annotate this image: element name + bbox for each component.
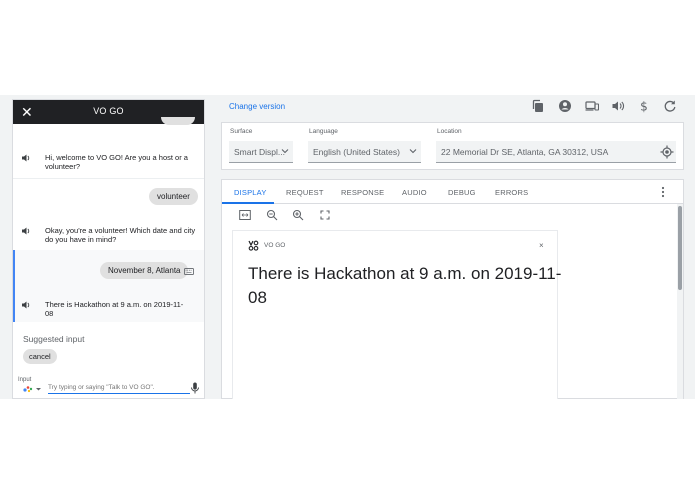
settings-bar: Surface Smart Displ... Language English …: [221, 122, 684, 170]
tab-errors[interactable]: ERRORS: [495, 188, 528, 197]
my-location-icon[interactable]: [660, 145, 674, 159]
tab-bar: DISPLAY REQUEST RESPONSE AUDIO DEBUG ERR…: [222, 180, 683, 204]
bot-message-text: Okay, you're a volunteer! Which date and…: [45, 226, 196, 244]
refresh-icon[interactable]: [663, 99, 677, 113]
suggestion-chip-cancel[interactable]: cancel: [23, 349, 57, 364]
assistant-source-icon[interactable]: [22, 384, 44, 394]
tab-display[interactable]: DISPLAY: [234, 188, 267, 197]
surface-value: Smart Displ...: [234, 147, 286, 157]
chevron-down-icon: [409, 149, 417, 154]
bot-message-text: Hi, welcome to VO GO! Are you a host or …: [45, 153, 188, 171]
account-icon[interactable]: [558, 99, 572, 113]
location-value: 22 Memorial Dr SE, Atlanta, GA 30312, US…: [441, 147, 609, 157]
bot-message: There is Hackathon at 9 a.m. on 2019-11-…: [21, 300, 199, 318]
divider: [13, 178, 204, 179]
tab-audio[interactable]: AUDIO: [402, 188, 427, 197]
bot-message-text: There is Hackathon at 9 a.m. on 2019-11-…: [45, 300, 184, 318]
tab-request[interactable]: REQUEST: [286, 188, 324, 197]
display-text: There is Hackathon at 9 a.m. on 2019-11-…: [248, 264, 562, 307]
fit-screen-icon[interactable]: [239, 209, 251, 221]
input-row: [18, 382, 202, 396]
speaker-icon[interactable]: [21, 226, 31, 236]
card-close-button[interactable]: ×: [539, 241, 544, 250]
language-select[interactable]: English (United States): [308, 141, 421, 163]
volume-icon[interactable]: [611, 99, 625, 113]
active-tab-indicator: [222, 202, 274, 204]
zoom-in-icon[interactable]: [292, 209, 304, 221]
simulator-window: ✕ VO GO Hi, welcome to VO GO! Are you a …: [0, 95, 695, 399]
query-input[interactable]: [48, 382, 190, 394]
app-logo-icon: [248, 240, 259, 251]
user-message-bubble: volunteer: [149, 188, 198, 205]
location-label: Location: [437, 128, 462, 135]
change-version-link[interactable]: Change version: [229, 102, 285, 111]
previous-message-bubble: [161, 117, 195, 125]
speaker-icon[interactable]: [21, 300, 31, 310]
dollar-icon[interactable]: $: [637, 99, 651, 114]
location-field[interactable]: 22 Memorial Dr SE, Atlanta, GA 30312, US…: [436, 141, 676, 163]
user-message-bubble[interactable]: November 8, Atlanta: [100, 262, 189, 279]
tab-debug[interactable]: DEBUG: [448, 188, 476, 197]
keyboard-icon: [184, 268, 194, 275]
surface-select[interactable]: Smart Displ...: [229, 141, 293, 163]
mic-icon[interactable]: [190, 382, 200, 394]
output-panel: DISPLAY REQUEST RESPONSE AUDIO DEBUG ERR…: [221, 179, 684, 399]
more-vert-icon[interactable]: [658, 186, 668, 198]
selected-turn-indicator: [13, 250, 15, 322]
bot-message: Okay, you're a volunteer! Which date and…: [21, 226, 199, 244]
fullscreen-icon[interactable]: [319, 209, 331, 221]
tab-response[interactable]: RESPONSE: [341, 188, 384, 197]
bot-message: Hi, welcome to VO GO! Are you a host or …: [21, 153, 199, 171]
speaker-icon[interactable]: [21, 153, 31, 163]
surface-label: Surface: [230, 128, 253, 135]
scrollbar-thumb[interactable]: [678, 206, 682, 290]
language-label: Language: [309, 128, 338, 135]
copy-icon[interactable]: [531, 99, 545, 113]
chat-title: VO GO: [93, 106, 124, 116]
display-card: VO GO × There is Hackathon at 9 a.m. on …: [232, 230, 561, 399]
devices-icon[interactable]: [585, 99, 599, 113]
chevron-down-icon: [281, 149, 289, 154]
card-app-name: VO GO: [264, 242, 286, 249]
language-value: English (United States): [313, 147, 400, 157]
chat-panel: ✕ VO GO Hi, welcome to VO GO! Are you a …: [12, 99, 205, 399]
svg-text:$: $: [640, 100, 648, 114]
zoom-out-icon[interactable]: [266, 209, 278, 221]
suggested-input-label: Suggested input: [23, 334, 85, 344]
